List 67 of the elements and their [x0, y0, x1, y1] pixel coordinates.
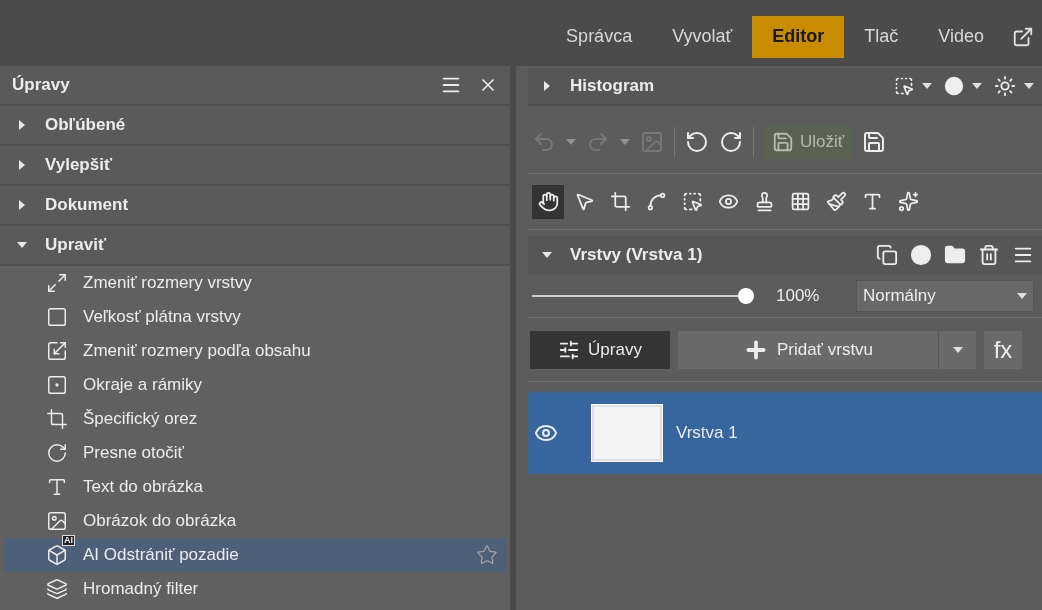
- add-layer-button[interactable]: Pridať vrstvu: [678, 330, 938, 369]
- mode-tab[interactable]: Správca: [546, 15, 653, 58]
- section-header[interactable]: Obľúbené: [0, 106, 510, 146]
- photo-placeholder: [592, 405, 662, 461]
- mode-tab[interactable]: Editor: [752, 15, 845, 58]
- resize-arrows-icon: [46, 272, 68, 294]
- favorite-star-icon[interactable]: [476, 544, 498, 566]
- cube-icon: [46, 544, 68, 566]
- caret-icon[interactable]: [1024, 83, 1034, 89]
- section-header[interactable]: Upraviť: [0, 226, 510, 266]
- menu-item[interactable]: Presne otočiť: [4, 436, 506, 470]
- menu-item[interactable]: Veľkosť plátna vrstvy: [4, 300, 506, 334]
- slider-thumb[interactable]: [738, 287, 754, 304]
- square-icon: [46, 306, 68, 328]
- save-as-icon[interactable]: [862, 129, 887, 154]
- dropdown-caret-icon[interactable]: [952, 346, 963, 353]
- sun-icon[interactable]: [994, 75, 1016, 97]
- sliders-icon: [558, 338, 581, 361]
- image-icon: [46, 510, 68, 532]
- mask-icon[interactable]: [944, 76, 964, 96]
- section-header[interactable]: Dokument: [0, 186, 510, 226]
- ai-badge: AI: [62, 535, 75, 546]
- layer-row[interactable]: Vrstva 1: [528, 392, 1042, 474]
- caret-icon[interactable]: [972, 83, 982, 89]
- hand-icon[interactable]: [532, 184, 564, 219]
- layers-icon: [46, 578, 68, 600]
- opacity-slider[interactable]: [532, 287, 754, 304]
- duplicate-icon[interactable]: [876, 244, 898, 266]
- menu-item[interactable]: AI AI Odstrániť pozadie: [4, 538, 506, 572]
- caret-icon[interactable]: [1017, 292, 1027, 299]
- rotate-right-icon[interactable]: [719, 129, 743, 154]
- menu-item[interactable]: Hromadný filter: [4, 572, 506, 606]
- menu-item[interactable]: Zmeniť rozmery vrstvy: [4, 266, 506, 300]
- mode-tab[interactable]: Video: [918, 15, 1004, 58]
- expand-triangle-icon[interactable]: [542, 81, 552, 91]
- rotate-icon: [46, 442, 68, 464]
- selection-icon[interactable]: [894, 76, 914, 96]
- crop-icon: [46, 408, 68, 430]
- mask-icon[interactable]: [910, 244, 932, 266]
- trash-icon[interactable]: [978, 244, 1000, 266]
- expand-triangle-icon[interactable]: [17, 240, 27, 250]
- expand-triangle-icon[interactable]: [17, 120, 27, 130]
- caret-icon[interactable]: [922, 83, 932, 89]
- expand-triangle-icon[interactable]: [542, 250, 552, 260]
- folder-icon[interactable]: [944, 244, 966, 266]
- save-icon: [772, 130, 794, 153]
- fx-button[interactable]: fx: [984, 330, 1022, 369]
- menu-item[interactable]: Špecifický orez: [4, 402, 506, 436]
- blend-mode-dropdown[interactable]: Normálny: [856, 279, 1034, 312]
- section-header[interactable]: Vylepšiť: [0, 146, 510, 186]
- adjustments-button[interactable]: Úpravy: [530, 330, 670, 369]
- menu-item[interactable]: Okraje a rámiky: [4, 368, 506, 402]
- panel-title: Úpravy: [12, 74, 71, 97]
- text-icon: [46, 476, 68, 498]
- mode-tab[interactable]: Tlač: [844, 15, 919, 58]
- add-layer-dropdown[interactable]: [938, 330, 976, 369]
- rotate-left-icon[interactable]: [685, 129, 709, 154]
- external-link-icon[interactable]: [1012, 25, 1034, 48]
- expand-triangle-icon[interactable]: [17, 200, 27, 210]
- resize-frame-icon: [46, 340, 68, 362]
- opacity-value: 100%: [776, 284, 821, 307]
- frame-icon: [46, 374, 68, 396]
- menu-item[interactable]: Zmeniť rozmery podľa obsahu: [4, 334, 506, 368]
- menu-item[interactable]: Obrázok do obrázka: [4, 504, 506, 538]
- expand-triangle-icon[interactable]: [17, 160, 27, 170]
- menu-item[interactable]: Text do obrázka: [4, 470, 506, 504]
- mode-tab[interactable]: Vyvolať: [652, 15, 753, 58]
